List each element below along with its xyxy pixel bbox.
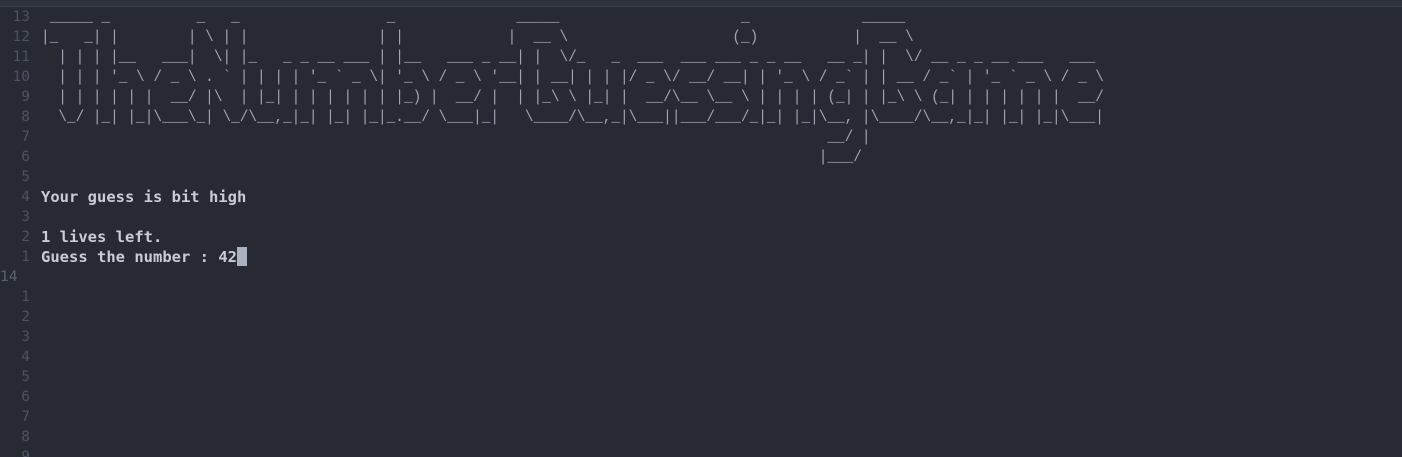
lives-left-message: 1 lives left. [41,228,163,246]
line-number: 4 [21,189,30,205]
line-number: 12 [12,29,30,45]
line-number: 8 [21,429,30,445]
line-number: 3 [21,209,30,225]
line-number: 5 [21,369,30,385]
banner-line: | | | |__ ___| \| |_ _ _ __ ___ | |__ __… [41,48,1104,66]
line-number: 9 [21,449,30,457]
line-number: 5 [21,169,30,185]
banner-line: \_/ |_| |_|\___\_| \_/\__,_|_| |_| |_|_.… [41,108,1104,126]
banner-line: __/ | [41,128,1104,146]
line-number: 1 [21,249,30,265]
banner-line: | | | '_ \ / _ \ . ` | | | | '_ ` _ \| '… [41,68,1104,86]
line-number: 4 [21,349,30,365]
terminal-top-border [0,0,1402,7]
line-number: 11 [12,49,30,65]
hint-message: Your guess is bit high [41,188,247,206]
line-number: 2 [21,229,30,245]
line-number: 6 [21,149,30,165]
banner-line: _____ _ _ _ _ _____ _ _____ [41,8,1096,26]
line-number: 6 [21,389,30,405]
line-number: 8 [21,109,30,125]
banner-line: |___/ [41,148,1104,166]
line-number: 2 [21,309,30,325]
ascii-art-banner: _____ _ _ _ _ _____ _ _____ |_ _| | | \ … [41,7,1261,167]
line-number: 9 [21,89,30,105]
line-number: 13 [12,9,30,25]
line-number: 7 [21,409,30,425]
guess-prompt-label: Guess the number : [41,248,219,266]
line-number-gutter: 13 12 11 10 9 8 7 6 5 4 3 2 1 14 1 2 3 4… [0,7,34,457]
terminal-output[interactable]: _____ _ _ _ _ _____ _ _____ |_ _| | | \ … [41,7,1396,267]
current-line-number: 14 [0,269,18,285]
guess-input-value[interactable]: 42 [218,248,237,266]
banner-line: |_ _| | | \ | | | | | __ \ (_) | __ \ [41,28,1096,46]
line-number: 10 [12,69,30,85]
guess-prompt-line[interactable]: Guess the number : 42 [41,247,1396,267]
banner-line: | | | | | | __/ |\ | |_| | | | | | | |_)… [41,88,1104,106]
line-number: 1 [21,289,30,305]
line-number: 3 [21,329,30,345]
line-number: 7 [21,129,30,145]
text-cursor [236,247,247,266]
